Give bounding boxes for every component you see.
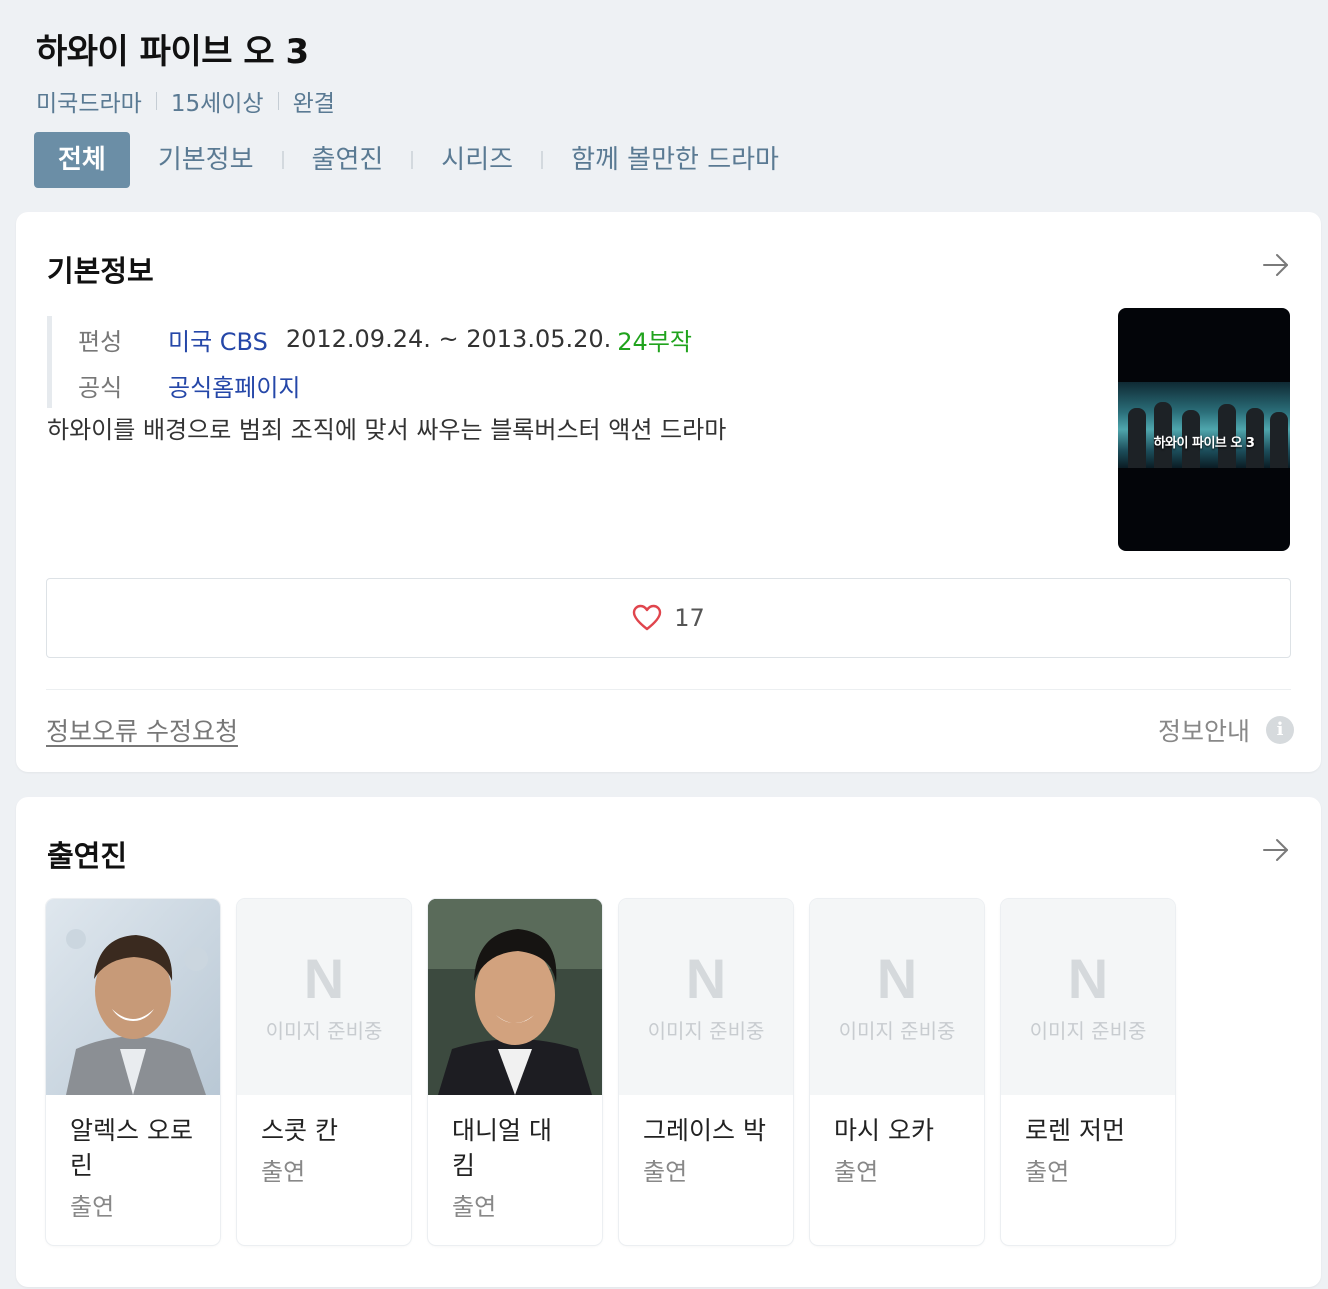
- cast-list: 알렉스 오로린 출연 N 이미지 준비중 스콧 칸 출연 대니얼 대 킴 출연 …: [46, 899, 1192, 1245]
- cast-item[interactable]: N 이미지 준비중 로렌 저먼 출연: [1001, 899, 1175, 1245]
- like-count: 17: [674, 604, 705, 632]
- cast-role: 출연: [70, 1193, 115, 1221]
- meta-status: 완결: [292, 91, 335, 117]
- info-list: 편성 미국 CBS 2012.09.24. ~ 2013.05.20. 24부작…: [47, 316, 692, 408]
- naver-logo-icon: N: [1067, 947, 1109, 1010]
- broadcast-row: 편성 미국 CBS 2012.09.24. ~ 2013.05.20. 24부작: [78, 316, 692, 362]
- placeholder-text: 이미지 준비중: [265, 1019, 383, 1043]
- broadcast-label: 편성: [78, 327, 123, 356]
- cast-name: 스콧 칸: [261, 1116, 338, 1145]
- info-guide-label: 정보안내: [1157, 717, 1250, 746]
- show-description: 하와이를 배경으로 범죄 조직에 맞서 싸우는 블록버스터 액션 드라마: [47, 416, 727, 444]
- cast-role: 출연: [261, 1158, 306, 1186]
- cast-photo: [428, 899, 602, 1095]
- report-error-link[interactable]: 정보오류 수정요청: [46, 712, 238, 748]
- tab-basic-info[interactable]: 기본정보: [130, 132, 282, 188]
- cast-photo-placeholder: N 이미지 준비중: [619, 899, 793, 1095]
- cast-item[interactable]: N 이미지 준비중 스콧 칸 출연: [237, 899, 411, 1245]
- cast-item[interactable]: 알렉스 오로린 출연: [46, 899, 220, 1245]
- show-header: 하와이 파이브 오 3 미국드라마 15세이상 완결: [36, 30, 1296, 118]
- cast-card-section: 출연진 알렉스 오로린 출연 N 이미지 준비중 스콧 칸 출연 대니얼 대 킴…: [16, 797, 1321, 1287]
- info-guide-button[interactable]: 정보안내 i: [1158, 712, 1294, 748]
- cast-role: 출연: [1025, 1158, 1070, 1186]
- tab-recommended[interactable]: 함께 볼만한 드라마: [543, 132, 807, 188]
- official-row: 공식 공식홈페이지: [78, 362, 692, 408]
- cast-role: 출연: [643, 1158, 688, 1186]
- heart-icon: [633, 604, 662, 631]
- section-divider: [46, 689, 1291, 690]
- tab-cast[interactable]: 출연진: [284, 132, 412, 188]
- placeholder-text: 이미지 준비중: [647, 1019, 765, 1043]
- show-title: 하와이 파이브 오 3: [36, 32, 309, 72]
- show-meta: 미국드라마 15세이상 완결: [36, 84, 1296, 118]
- tab-all[interactable]: 전체: [34, 132, 130, 188]
- arrow-right-icon[interactable]: [1261, 250, 1291, 280]
- episode-count: 24부작: [617, 327, 692, 356]
- cast-name: 대니얼 대 킴: [452, 1116, 552, 1180]
- official-label: 공식: [78, 373, 123, 402]
- meta-rating: 15세이상: [170, 91, 264, 117]
- basic-info-heading: 기본정보: [47, 254, 154, 288]
- like-button[interactable]: 17: [46, 578, 1291, 658]
- tab-series[interactable]: 시리즈: [413, 132, 541, 188]
- cast-item[interactable]: N 이미지 준비중 마시 오카 출연: [810, 899, 984, 1245]
- placeholder-text: 이미지 준비중: [1029, 1019, 1147, 1043]
- naver-logo-icon: N: [303, 947, 345, 1010]
- meta-divider: [277, 92, 279, 110]
- naver-logo-icon: N: [876, 947, 918, 1010]
- official-homepage-link[interactable]: 공식홈페이지: [168, 368, 300, 403]
- basic-info-card: 기본정보 편성 미국 CBS 2012.09.24. ~ 2013.05.20.…: [16, 212, 1321, 772]
- poster-art: 하와이 파이브 오 3: [1118, 382, 1290, 468]
- meta-genre: 미국드라마: [36, 91, 142, 117]
- placeholder-text: 이미지 준비중: [838, 1019, 956, 1043]
- cast-photo-placeholder: N 이미지 준비중: [1001, 899, 1175, 1095]
- cast-role: 출연: [452, 1193, 497, 1221]
- cast-photo-placeholder: N 이미지 준비중: [237, 899, 411, 1095]
- cast-photo-placeholder: N 이미지 준비중: [810, 899, 984, 1095]
- cast-name: 마시 오카: [834, 1116, 934, 1145]
- arrow-right-icon[interactable]: [1261, 835, 1291, 865]
- cast-name: 로렌 저먼: [1025, 1116, 1125, 1145]
- cast-item[interactable]: 대니얼 대 킴 출연: [428, 899, 602, 1245]
- cast-item[interactable]: N 이미지 준비중 그레이스 박 출연: [619, 899, 793, 1245]
- cast-role: 출연: [834, 1158, 879, 1186]
- portrait-image: [46, 899, 220, 1095]
- cast-name: 알렉스 오로린: [70, 1116, 193, 1180]
- meta-divider: [155, 92, 157, 110]
- cast-name: 그레이스 박: [643, 1116, 766, 1145]
- portrait-image: [428, 899, 602, 1095]
- poster-title: 하와이 파이브 오 3: [1153, 436, 1255, 451]
- tab-bar: 전체 기본정보 출연진 시리즈 함께 볼만한 드라마: [34, 132, 807, 188]
- poster-image[interactable]: 하와이 파이브 오 3: [1118, 308, 1290, 551]
- cast-photo: [46, 899, 220, 1095]
- broadcast-dates: 2012.09.24. ~ 2013.05.20.: [285, 325, 612, 353]
- cast-heading: 출연진: [47, 839, 128, 873]
- naver-logo-icon: N: [685, 947, 727, 1010]
- info-icon: i: [1266, 716, 1294, 744]
- network-link[interactable]: 미국 CBS: [168, 322, 268, 357]
